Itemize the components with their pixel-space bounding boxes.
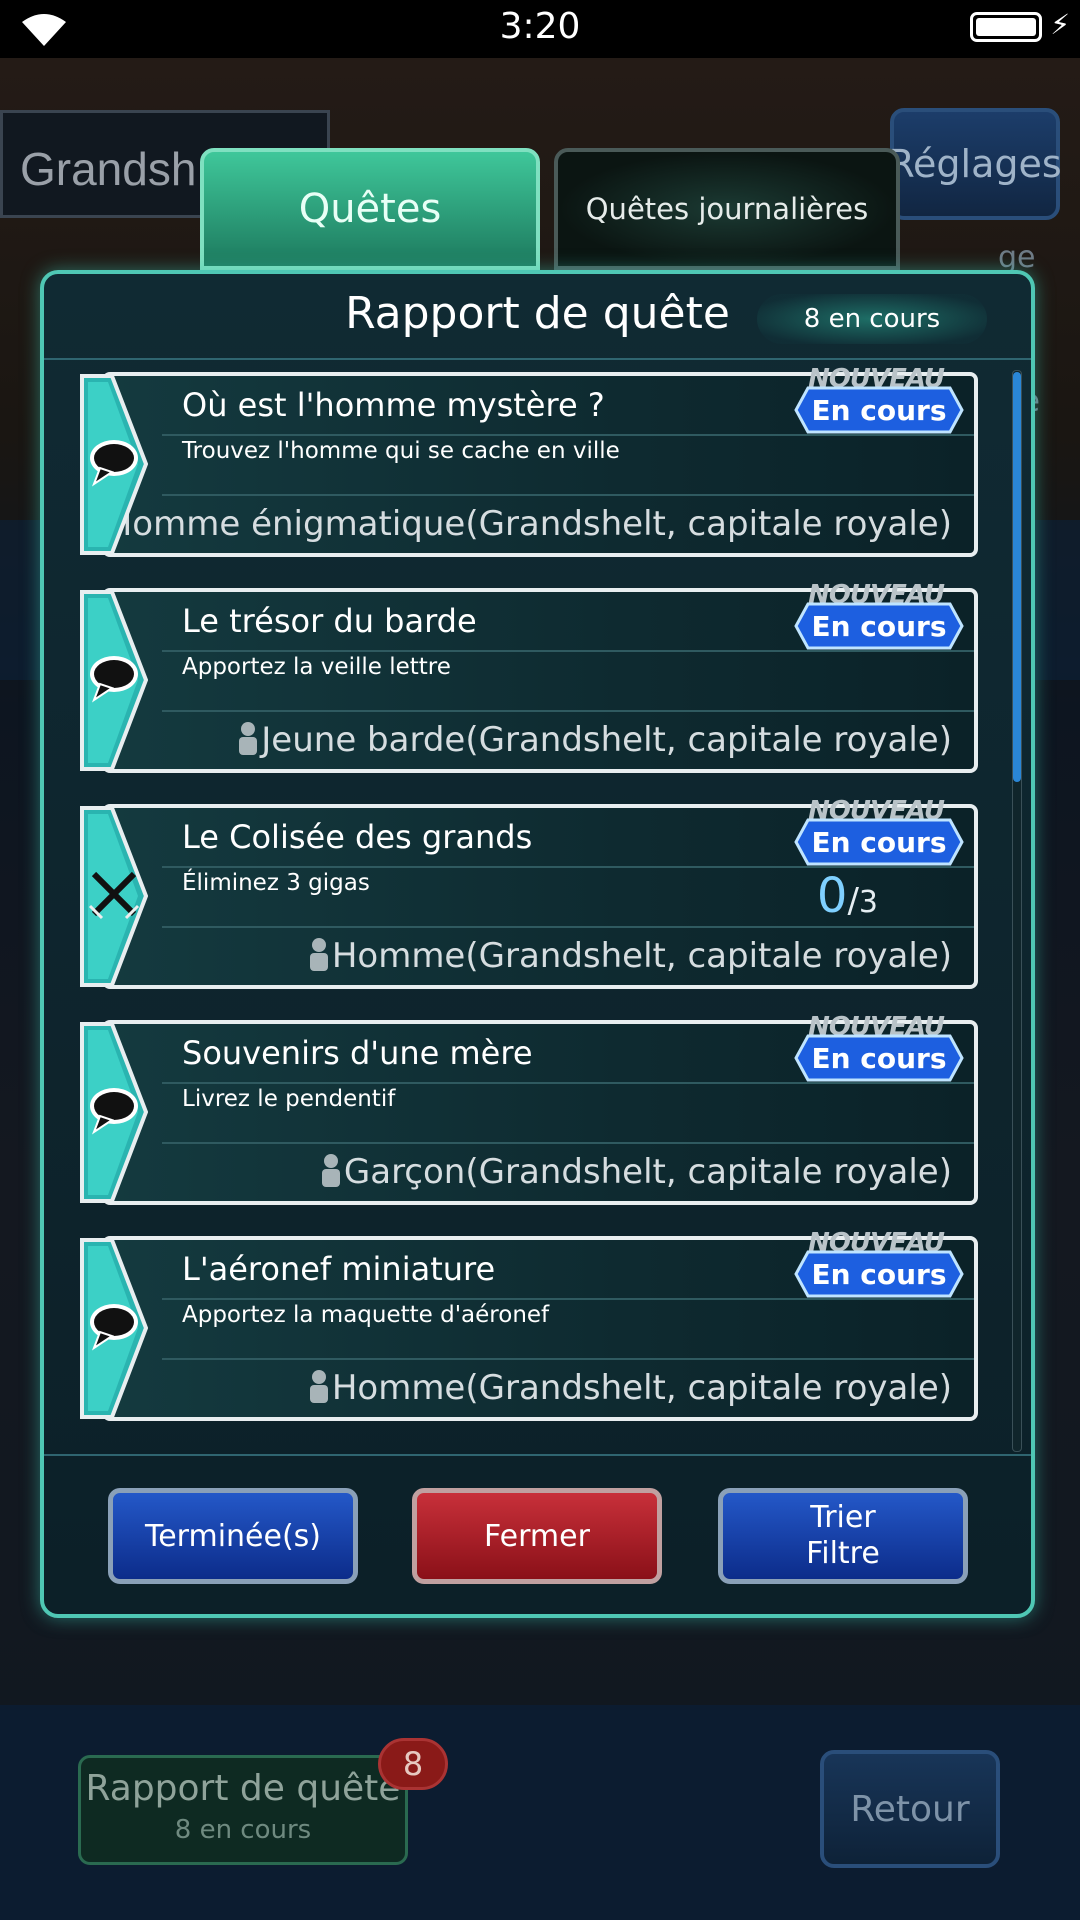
quest-npc: Jeune barde(Grandshelt, capitale royale) bbox=[237, 720, 952, 760]
progress-total: 3 bbox=[858, 885, 878, 920]
status-badge: En cours bbox=[794, 1250, 964, 1298]
filter-label: Filtre bbox=[806, 1536, 880, 1571]
charging-icon: ⚡ bbox=[1050, 8, 1070, 41]
progress-current: 0 bbox=[816, 868, 848, 924]
sort-label: Trier bbox=[810, 1500, 876, 1535]
quest-report-button[interactable]: Rapport de quête 8 en cours bbox=[78, 1755, 408, 1865]
quest-card-body: Le Colisée des grands Éliminez 3 gigas 0/3… bbox=[102, 796, 978, 989]
status-badge: En cours bbox=[794, 818, 964, 866]
back-button[interactable]: Retour bbox=[820, 1750, 1000, 1868]
quest-title: Souvenirs d'une mère bbox=[182, 1034, 533, 1072]
status-badge: En cours bbox=[794, 602, 964, 650]
speech-bubble-icon bbox=[86, 1298, 142, 1354]
quest-title: Le Colisée des grands bbox=[182, 818, 533, 856]
speech-bubble-icon bbox=[86, 650, 142, 706]
person-icon bbox=[239, 722, 258, 755]
settings-button[interactable]: Réglages bbox=[888, 108, 1062, 220]
battery-icon bbox=[970, 12, 1042, 42]
quest-card[interactable]: L'aéronef miniature Apportez la maquette … bbox=[78, 1228, 978, 1421]
divider bbox=[162, 1082, 974, 1084]
divider bbox=[162, 710, 974, 712]
quest-npc-label: Jeune barde(Grandshelt, capitale royale) bbox=[261, 720, 952, 760]
divider bbox=[162, 494, 974, 496]
progress-separator: / bbox=[847, 881, 859, 921]
person-icon bbox=[309, 1370, 328, 1403]
status-badge: En cours bbox=[794, 386, 964, 434]
quest-progress: 0/3 bbox=[817, 868, 878, 924]
quest-npc: Homme énigmatique(Grandshelt, capitale r… bbox=[83, 504, 952, 544]
person-icon bbox=[309, 938, 328, 971]
quest-npc-label: Homme(Grandshelt, capitale royale) bbox=[331, 936, 952, 976]
quest-npc-label: Homme(Grandshelt, capitale royale) bbox=[331, 1368, 952, 1408]
quest-npc-label: Homme énigmatique(Grandshelt, capitale r… bbox=[106, 504, 952, 544]
quest-npc: Homme(Grandshelt, capitale royale) bbox=[308, 936, 952, 976]
divider bbox=[162, 650, 974, 652]
divider bbox=[162, 1358, 974, 1360]
quest-card-body: L'aéronef miniature Apportez la maquette … bbox=[102, 1228, 978, 1421]
person-icon bbox=[321, 1154, 340, 1187]
quest-card[interactable]: Le trésor du barde Apportez la veille let… bbox=[78, 580, 978, 773]
quest-card[interactable]: Où est l'homme mystère ? Trouvez l'homme … bbox=[78, 364, 978, 557]
status-text: En cours bbox=[811, 1257, 947, 1291]
completed-button[interactable]: Terminée(s) bbox=[108, 1488, 358, 1584]
quest-card-body: Souvenirs d'une mère Livrez le pendentif G… bbox=[102, 1012, 978, 1205]
speech-bubble-icon bbox=[86, 1082, 142, 1138]
status-bar: 3:20 ⚡ bbox=[0, 0, 1080, 58]
quest-card-body: Le trésor du barde Apportez la veille let… bbox=[102, 580, 978, 773]
divider bbox=[162, 1298, 974, 1300]
status-text: En cours bbox=[811, 393, 947, 427]
status-text: En cours bbox=[811, 1041, 947, 1075]
tab-quests[interactable]: Quêtes bbox=[200, 148, 540, 270]
quest-report-button-title: Rapport de quête bbox=[85, 1768, 401, 1809]
divider bbox=[162, 926, 974, 928]
quest-description: Livrez le pendentif bbox=[182, 1086, 396, 1112]
panel-header: Rapport de quête 8 en cours bbox=[44, 274, 1031, 360]
crossed-swords-icon bbox=[86, 866, 142, 922]
quest-card-body: Où est l'homme mystère ? Trouvez l'homme … bbox=[84, 364, 978, 557]
tab-daily-quests[interactable]: Quêtes journalières bbox=[554, 148, 900, 270]
status-badge: En cours bbox=[794, 1034, 964, 1082]
quest-description: Trouvez l'homme qui se cache en ville bbox=[182, 438, 620, 464]
quest-card[interactable]: Souvenirs d'une mère Livrez le pendentif G… bbox=[78, 1012, 978, 1205]
quest-description: Apportez la maquette d'aéronef bbox=[182, 1302, 550, 1328]
sort-filter-button[interactable]: Trier Filtre bbox=[718, 1488, 968, 1584]
divider bbox=[162, 434, 974, 436]
quest-report-button-sub: 8 en cours bbox=[174, 1815, 312, 1845]
quest-count-label: 8 en cours bbox=[757, 294, 987, 344]
location-title: Grandsh bbox=[20, 143, 197, 195]
status-text: En cours bbox=[811, 825, 947, 859]
speech-bubble-icon bbox=[86, 434, 142, 490]
quest-card[interactable]: Le Colisée des grands Éliminez 3 gigas 0/3… bbox=[78, 796, 978, 989]
quest-title: Où est l'homme mystère ? bbox=[182, 386, 605, 424]
status-time: 3:20 bbox=[499, 6, 581, 47]
status-text: En cours bbox=[811, 609, 947, 643]
quest-npc: Garçon(Grandshelt, capitale royale) bbox=[320, 1152, 952, 1192]
close-button[interactable]: Fermer bbox=[412, 1488, 662, 1584]
quest-npc: Homme(Grandshelt, capitale royale) bbox=[308, 1368, 952, 1408]
quest-npc-label: Garçon(Grandshelt, capitale royale) bbox=[343, 1152, 952, 1192]
quest-report-panel: Rapport de quête 8 en cours Où est l'hom… bbox=[40, 270, 1035, 1618]
quest-description: Éliminez 3 gigas bbox=[182, 870, 370, 896]
divider bbox=[162, 1142, 974, 1144]
quest-title: L'aéronef miniature bbox=[182, 1250, 496, 1288]
quest-title: Le trésor du barde bbox=[182, 602, 477, 640]
quest-count-badge: 8 bbox=[378, 1738, 448, 1790]
scrollbar-thumb[interactable] bbox=[1013, 372, 1021, 782]
quest-description: Apportez la veille lettre bbox=[182, 654, 451, 680]
